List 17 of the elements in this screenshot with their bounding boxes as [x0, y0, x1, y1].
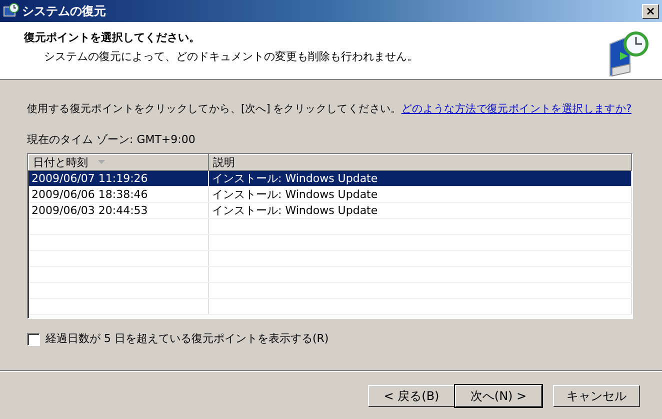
dialog-button[interactable]: 次へ(N) >: [455, 384, 542, 406]
restore-point-row[interactable]: 2009/06/06 18:38:46 インストール: Windows Update: [28, 186, 632, 202]
help-link[interactable]: どのような方法で復元ポイントを選択しますか?: [401, 103, 632, 115]
close-button[interactable]: ×: [642, 4, 659, 18]
checkbox[interactable]: [27, 332, 40, 346]
timezone-label: 現在のタイム ゾーン: GMT+9:00: [27, 132, 196, 148]
checkbox-label: 経過日数が 5 日を超えている復元ポイントを表示する(R): [46, 331, 329, 347]
header-title: 復元ポイントを選択してください。: [24, 30, 201, 46]
dialog-button[interactable]: キャンセル: [553, 384, 640, 406]
header-subtitle: システムの復元によって、どのドキュメントの変更も削除も行われません。: [43, 48, 419, 64]
system-restore-icon: [3, 3, 19, 19]
sort-arrow-icon: [98, 160, 105, 164]
instruction-text: 使用する復元ポイントをクリックしてから、[次へ] をクリックしてください。: [27, 103, 402, 115]
restore-point-row[interactable]: 2009/06/03 20:44:53 インストール: Windows Update: [28, 202, 632, 218]
window-title: システムの復元: [22, 3, 106, 20]
column-header[interactable]: 説明: [208, 154, 632, 170]
dialog-button[interactable]: < 戻る(B): [368, 384, 455, 406]
